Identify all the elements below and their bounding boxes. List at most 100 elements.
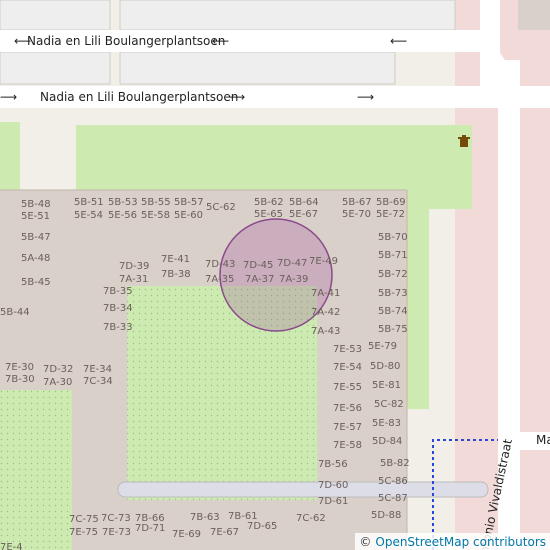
oneway-arrow-icon: ⟶ [0, 90, 17, 104]
house-number-label: 7B-34 [103, 303, 133, 314]
house-number-label: 7B-63 [190, 512, 220, 523]
house-number-label: 7C-34 [83, 376, 113, 387]
house-number-label: 7E-41 [161, 254, 190, 265]
house-number-label: 5B-67 [342, 197, 372, 208]
house-number-label: 7E-34 [83, 364, 112, 375]
house-number-label: 5B-62 [254, 197, 284, 208]
house-number-label: 5E-81 [372, 380, 401, 391]
house-number-label: 7D-47 [277, 258, 307, 269]
house-number-label: 7A-43 [311, 326, 340, 337]
house-number-label: 7E-56 [333, 403, 362, 414]
house-number-label: 7E-30 [5, 362, 34, 373]
house-number-label: 5C-86 [378, 476, 408, 487]
oneway-arrow-icon: ⟶ [228, 90, 245, 104]
house-number-label: 5E-54 [74, 210, 103, 221]
house-number-label: 7B-38 [161, 269, 191, 280]
house-number-label: 7E-73 [102, 527, 131, 538]
building-top-left [0, 0, 111, 31]
house-number-label: 5B-47 [21, 232, 51, 243]
house-number-label: 5B-74 [378, 306, 408, 317]
building-corner [518, 0, 550, 30]
house-number-label: 7A-35 [205, 274, 234, 285]
house-number-label: 5D-80 [370, 361, 400, 372]
house-number-label: 7B-35 [103, 286, 133, 297]
house-number-label: 7D-60 [318, 480, 348, 491]
house-number-label: 5E-56 [108, 210, 137, 221]
house-number-label: 7E-58 [333, 440, 362, 451]
house-number-label: 7A-37 [245, 274, 274, 285]
house-number-label: 7D-43 [205, 259, 235, 270]
building-mid-left [0, 51, 111, 85]
house-number-label: 7D-39 [119, 261, 149, 272]
house-number-label: 7D-32 [43, 364, 73, 375]
house-number-label: 5D-88 [371, 510, 401, 521]
house-number-label: 5B-70 [378, 232, 408, 243]
grass-right [407, 209, 429, 409]
building-top-center [119, 0, 456, 31]
house-number-label: 5E-83 [372, 418, 401, 429]
house-number-label: 7B-56 [318, 459, 348, 470]
house-number-label: 7E-4 [0, 542, 23, 550]
house-number-label: 5E-72 [376, 209, 405, 220]
street-name-top: Nadia en Lili Boulangerplantsoen [27, 34, 225, 48]
oneway-arrow-icon: ⟵ [212, 34, 229, 48]
house-number-label: 7C-73 [101, 513, 131, 524]
house-number-label: 7E-69 [172, 529, 201, 540]
courtyard-pattern-left [0, 390, 72, 550]
house-number-label: 7C-75 [69, 514, 99, 525]
house-number-label: 5E-70 [342, 209, 371, 220]
house-number-label: 5D-84 [372, 436, 402, 447]
house-number-label: 7D-71 [135, 523, 165, 534]
house-number-label: 7D-61 [318, 496, 348, 507]
house-number-label: 7E-75 [69, 527, 98, 538]
house-number-label: 5B-51 [74, 197, 104, 208]
house-number-label: 5C-87 [378, 493, 408, 504]
house-number-label: 5B-45 [21, 277, 51, 288]
house-number-label: 7C-62 [296, 513, 326, 524]
oneway-arrow-icon: ⟵ [390, 34, 407, 48]
house-number-label: 5E-58 [141, 210, 170, 221]
house-number-label: 7E-57 [333, 422, 362, 433]
house-number-label: 7A-42 [311, 307, 340, 318]
copyright-symbol: © [359, 534, 372, 549]
oneway-arrow-icon: ⟶ [357, 90, 374, 104]
attribution-link[interactable]: OpenStreetMap contributors [375, 535, 546, 549]
house-number-label: 5B-73 [378, 288, 408, 299]
house-number-label: 5B-72 [378, 269, 408, 280]
house-number-label: 7A-39 [279, 274, 308, 285]
house-number-label: 7E-54 [333, 362, 362, 373]
house-number-label: 5B-55 [141, 197, 171, 208]
house-number-label: 7D-45 [243, 260, 273, 271]
house-number-label: 5B-71 [378, 250, 408, 261]
map-canvas[interactable]: ⟵ Nadia en Lili Boulangerplantsoen ⟵ ⟵ ⟶… [0, 0, 550, 550]
house-number-label: 5E-65 [254, 209, 283, 220]
house-number-label: 5C-62 [206, 202, 236, 213]
house-number-label: 7D-65 [247, 521, 277, 532]
house-number-label: 5E-51 [21, 211, 50, 222]
house-number-label: 5B-69 [376, 197, 406, 208]
house-number-label: 7A-41 [311, 288, 340, 299]
house-number-label: 5B-48 [21, 199, 51, 210]
house-number-label: 7E-53 [333, 344, 362, 355]
house-number-label: 5B-44 [0, 307, 30, 318]
house-number-label: 5A-48 [21, 253, 50, 264]
house-number-label: 7E-55 [333, 382, 362, 393]
building-mid-center [119, 51, 396, 85]
house-number-label: 5B-57 [174, 197, 204, 208]
house-number-label: 7E-49 [309, 256, 338, 267]
house-number-label: 7A-31 [119, 274, 148, 285]
house-number-label: 5E-60 [174, 210, 203, 221]
house-number-label: 7B-33 [103, 322, 133, 333]
house-number-label: 5B-64 [289, 197, 319, 208]
house-number-label: 7A-30 [43, 377, 72, 388]
house-number-label: 7E-67 [210, 527, 239, 538]
house-number-label: 5C-82 [374, 399, 404, 410]
house-number-label: 5B-53 [108, 197, 138, 208]
attribution: © OpenStreetMap contributors [355, 533, 550, 550]
house-number-label: 5B-82 [380, 458, 410, 469]
street-name-middle: Nadia en Lili Boulangerplantsoen [40, 90, 238, 104]
house-number-label: 5B-75 [378, 324, 408, 335]
house-number-label: 7B-30 [5, 374, 35, 385]
house-number-label: 5E-67 [289, 209, 318, 220]
house-number-label: 5E-79 [368, 341, 397, 352]
